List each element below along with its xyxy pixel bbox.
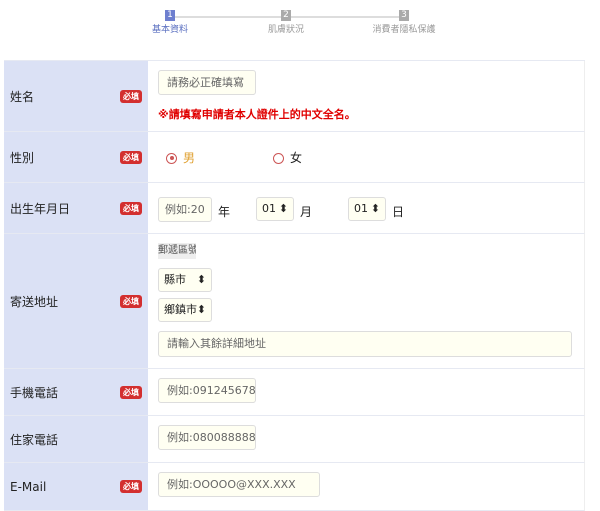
- home-phone-label: 住家電話: [10, 432, 59, 447]
- home-phone-input[interactable]: 例如:0800888888: [158, 425, 256, 450]
- gender-female-radio[interactable]: 女: [273, 149, 302, 166]
- gender-label: 性別: [10, 150, 35, 165]
- zip-input[interactable]: 郵遞區號: [158, 243, 196, 259]
- radio-unchecked-icon: [273, 152, 285, 164]
- birth-day-select[interactable]: 01 ⬍: [348, 197, 386, 221]
- city-select[interactable]: 縣市 ⬍: [158, 268, 212, 292]
- birth-month-select[interactable]: 01 ⬍: [256, 197, 294, 221]
- updown-icon: ⬍: [278, 202, 288, 215]
- email-label: E-Mail: [10, 479, 47, 494]
- updown-icon: ⬍: [196, 273, 206, 286]
- row-home-phone: 住家電話 例如:0800888888: [4, 416, 585, 463]
- row-name: 姓名 必填 請務必正確填寫 ※請填寫申請者本人證件上的中文全名。: [4, 61, 585, 132]
- required-badge: 必填: [120, 294, 142, 308]
- name-input[interactable]: 請務必正確填寫: [158, 70, 256, 95]
- form-table: 姓名 必填 請務必正確填寫 ※請填寫申請者本人證件上的中文全名。 性別 必填 男 女…: [4, 60, 585, 511]
- required-badge: 必填: [120, 201, 142, 215]
- name-label: 姓名: [10, 89, 35, 104]
- day-unit: 日: [392, 205, 405, 219]
- district-select[interactable]: 鄉鎮市區⬍: [158, 298, 212, 322]
- mobile-input[interactable]: 例如:0912456789: [158, 378, 256, 403]
- step-skin-condition: 2 肌膚狀況: [267, 10, 304, 35]
- gender-male-radio[interactable]: 男: [166, 149, 195, 166]
- radio-checked-icon: [166, 152, 177, 164]
- required-badge: 必填: [120, 480, 142, 493]
- address-detail-input[interactable]: 請輸入其餘詳細地址: [158, 331, 572, 357]
- month-unit: 月: [300, 205, 313, 219]
- required-badge: 必填: [120, 150, 142, 164]
- row-address: 寄送地址 必填 郵遞區號 縣市⬍ 鄉鎮市區⬍ 請輸入其餘詳細地址: [4, 234, 585, 369]
- name-note: ※請填寫申請者本人證件上的中文全名。: [158, 108, 356, 121]
- required-badge: 必填: [120, 89, 142, 103]
- progress-steps: 1 基本資料 2 肌膚狀況 3 消費者隱私保護: [140, 10, 440, 40]
- year-unit: 年: [218, 205, 231, 219]
- step-basic-info: 1 基本資料: [151, 10, 188, 35]
- step-privacy: 3 消費者隱私保護: [372, 10, 436, 35]
- address-label: 寄送地址: [10, 294, 59, 309]
- updown-icon: ⬍: [370, 202, 380, 215]
- birth-label: 出生年月日: [10, 201, 71, 216]
- mobile-label: 手機電話: [10, 385, 59, 400]
- row-birth: 出生年月日 必填 例如:20 年 01 ⬍ 月 01 ⬍ 日: [4, 183, 585, 234]
- row-gender: 性別 必填 男 女: [4, 132, 585, 183]
- row-email: E-Mail 必填 例如:OOOOO@XXX.XXX: [4, 463, 585, 511]
- required-badge: 必填: [120, 385, 142, 399]
- email-input[interactable]: 例如:OOOOO@XXX.XXX: [158, 472, 320, 497]
- birth-year-input[interactable]: 例如:20: [158, 197, 212, 222]
- row-mobile: 手機電話 必填 例如:0912456789: [4, 369, 585, 416]
- updown-icon: ⬍: [196, 303, 206, 316]
